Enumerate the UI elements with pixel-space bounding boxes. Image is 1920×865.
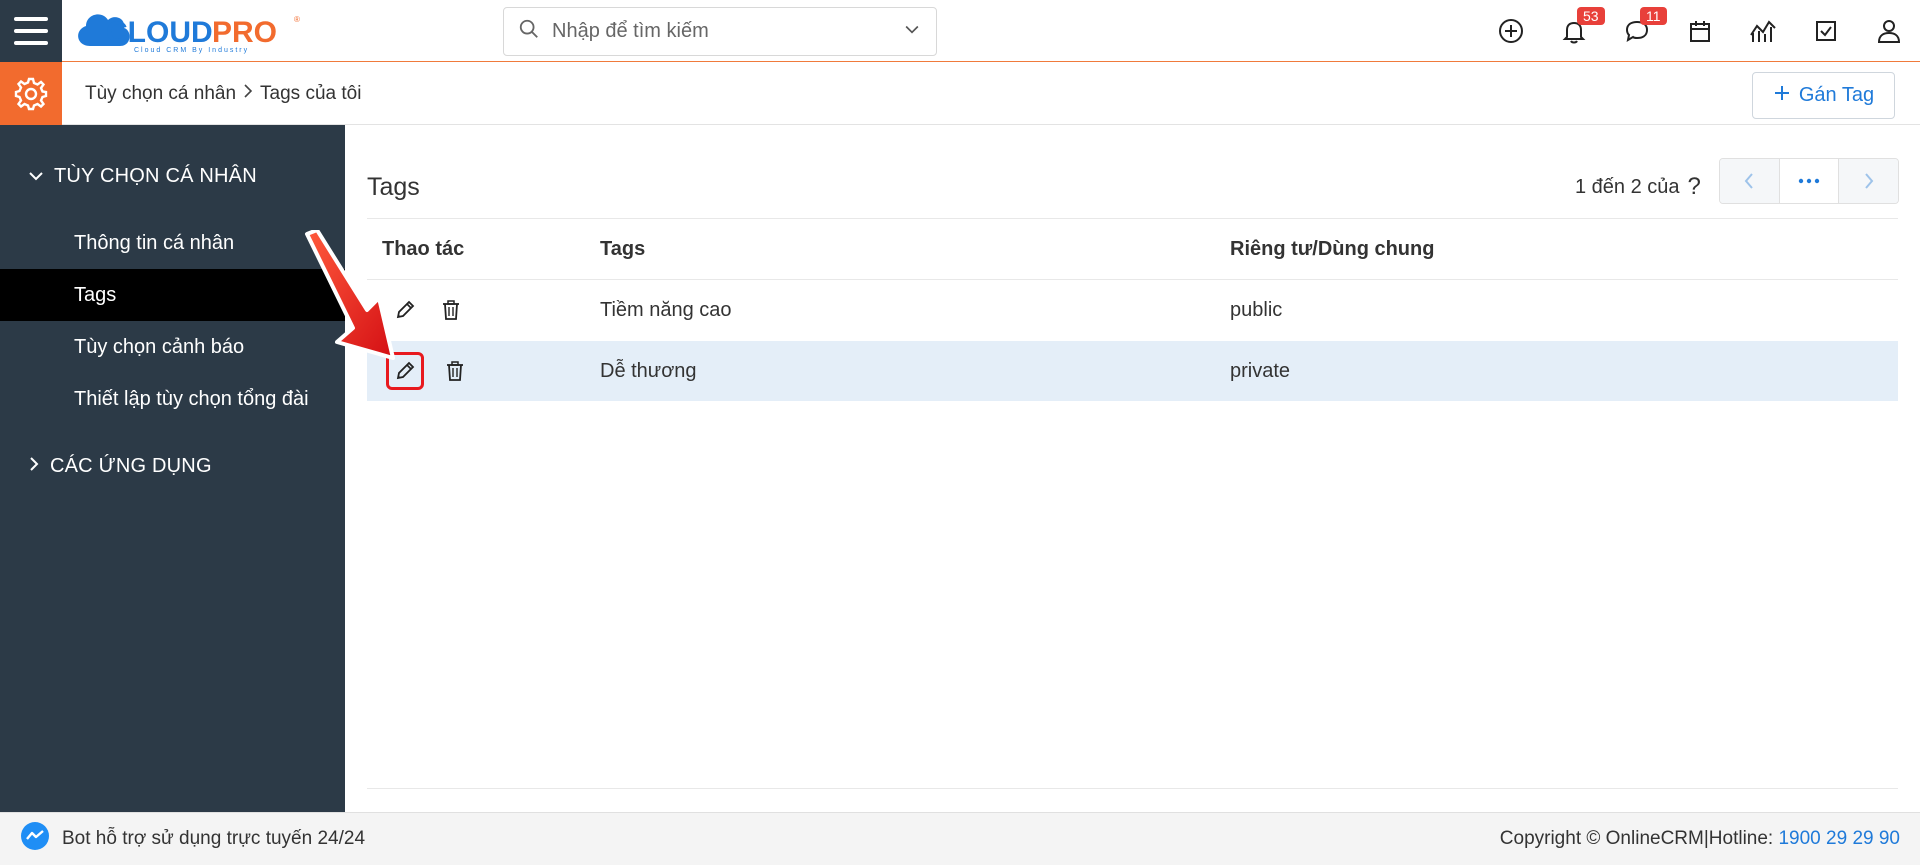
sidebar-section-apps[interactable]: CÁC ỨNG DỤNG — [28, 455, 212, 478]
sidebar-section-label: CÁC ỨNG DỤNG — [50, 455, 212, 477]
table-row: Dễ thương private — [367, 340, 1898, 402]
search-input[interactable]: Nhập để tìm kiếm — [552, 20, 902, 43]
hotline-link[interactable]: 1900 29 29 90 — [1778, 828, 1900, 849]
next-page-button[interactable] — [1839, 159, 1898, 203]
table-row: Tiềm năng cao public — [367, 279, 1898, 341]
chevron-right-icon — [28, 455, 40, 478]
breadcrumb-current: Tags của tôi — [260, 82, 362, 104]
delete-trash-icon[interactable] — [436, 295, 466, 325]
tags-table: Thao tác Tags Riêng tư/Dùng chung Tiềm n… — [367, 218, 1898, 402]
sidebar-item-alert-options[interactable]: Tùy chọn cảnh báo — [0, 321, 345, 373]
prev-page-button[interactable] — [1720, 159, 1779, 203]
sidebar-item-personal-info[interactable]: Thông tin cá nhân — [0, 217, 345, 269]
notifications-badge: 53 — [1577, 7, 1605, 25]
tag-visibility-cell: private — [1215, 340, 1898, 402]
sub-header: Tùy chọn cá nhân Tags của tôi Gán Tag — [0, 62, 1920, 125]
column-header-tags[interactable]: Tags — [585, 218, 1215, 280]
cloudpro-logo[interactable]: CLOUD PRO ® Cloud CRM By Industry — [72, 6, 302, 56]
more-pages-button[interactable] — [1778, 159, 1840, 203]
messages-badge: 11 — [1640, 7, 1667, 25]
task-checkbox-icon[interactable] — [1794, 0, 1857, 62]
sidebar: TÙY CHỌN CÁ NHÂN Thông tin cá nhân Tags … — [0, 125, 345, 812]
svg-text:Cloud CRM By Industry: Cloud CRM By Industry — [134, 47, 249, 54]
search-icon — [518, 18, 540, 45]
page-title: Tags — [367, 173, 420, 201]
sidebar-section-label: TÙY CHỌN CÁ NHÂN — [54, 165, 257, 187]
tag-visibility-cell: public — [1215, 279, 1898, 341]
annotation-arrow-icon — [305, 230, 395, 360]
svg-text:®: ® — [294, 15, 300, 24]
pagination-range: 1 đến 2 của — [1575, 175, 1680, 198]
pagination-info: 1 đến 2 của ? — [1575, 167, 1701, 207]
delete-trash-icon[interactable] — [440, 356, 470, 386]
footer: Bot hỗ trợ sử dụng trực tuyến 24/24 Copy… — [0, 812, 1920, 865]
messenger-icon[interactable] — [20, 821, 50, 857]
svg-text:CLOUD: CLOUD — [106, 16, 213, 49]
assign-tag-button[interactable]: Gán Tag — [1752, 72, 1895, 119]
table-bottom-divider — [367, 788, 1898, 789]
plus-icon — [1773, 84, 1791, 108]
chevron-down-icon[interactable] — [902, 19, 922, 44]
breadcrumb-root[interactable]: Tùy chọn cá nhân — [85, 83, 236, 105]
sidebar-item-switchboard-settings[interactable]: Thiết lập tùy chọn tổng đài — [0, 373, 345, 425]
tag-name-cell: Dễ thương — [585, 340, 1215, 402]
notifications-bell-icon[interactable]: 53 — [1542, 0, 1605, 62]
chevron-down-icon — [28, 165, 44, 188]
assign-tag-label: Gán Tag — [1798, 84, 1875, 106]
reports-chart-icon[interactable] — [1731, 0, 1794, 62]
chevron-right-icon — [242, 83, 254, 105]
sidebar-section-personal-options[interactable]: TÙY CHỌN CÁ NHÂN — [28, 165, 257, 188]
settings-gear-icon[interactable] — [0, 62, 62, 125]
bot-support-link[interactable]: Bot hỗ trợ sử dụng trực tuyến 24/24 — [62, 828, 365, 850]
breadcrumb: Tùy chọn cá nhân Tags của tôi — [85, 62, 361, 125]
global-search[interactable]: Nhập để tìm kiếm — [503, 7, 937, 56]
pagination-controls — [1719, 158, 1899, 204]
copyright-text: Copyright © OnlineCRM|Hotline: — [1499, 828, 1774, 849]
column-header-visibility[interactable]: Riêng tư/Dùng chung — [1215, 218, 1898, 280]
svg-text:PRO: PRO — [212, 16, 277, 49]
table-header-row: Thao tác Tags Riêng tư/Dùng chung — [367, 218, 1898, 280]
calendar-icon[interactable] — [1668, 0, 1731, 62]
user-profile-icon[interactable] — [1857, 0, 1920, 62]
chat-bubble-icon[interactable]: 11 — [1605, 0, 1668, 62]
pagination-total-help[interactable]: ? — [1688, 173, 1701, 201]
hamburger-menu-icon[interactable] — [0, 0, 62, 62]
top-bar: CLOUD PRO ® Cloud CRM By Industry Nhập đ… — [0, 0, 1920, 62]
tag-name-cell: Tiềm năng cao — [585, 279, 1215, 341]
add-circle-icon[interactable] — [1479, 0, 1542, 62]
sidebar-item-tags[interactable]: Tags — [0, 269, 345, 321]
main-content: Tags 1 đến 2 của ? Thao tác Tags Riêng t… — [345, 125, 1920, 812]
